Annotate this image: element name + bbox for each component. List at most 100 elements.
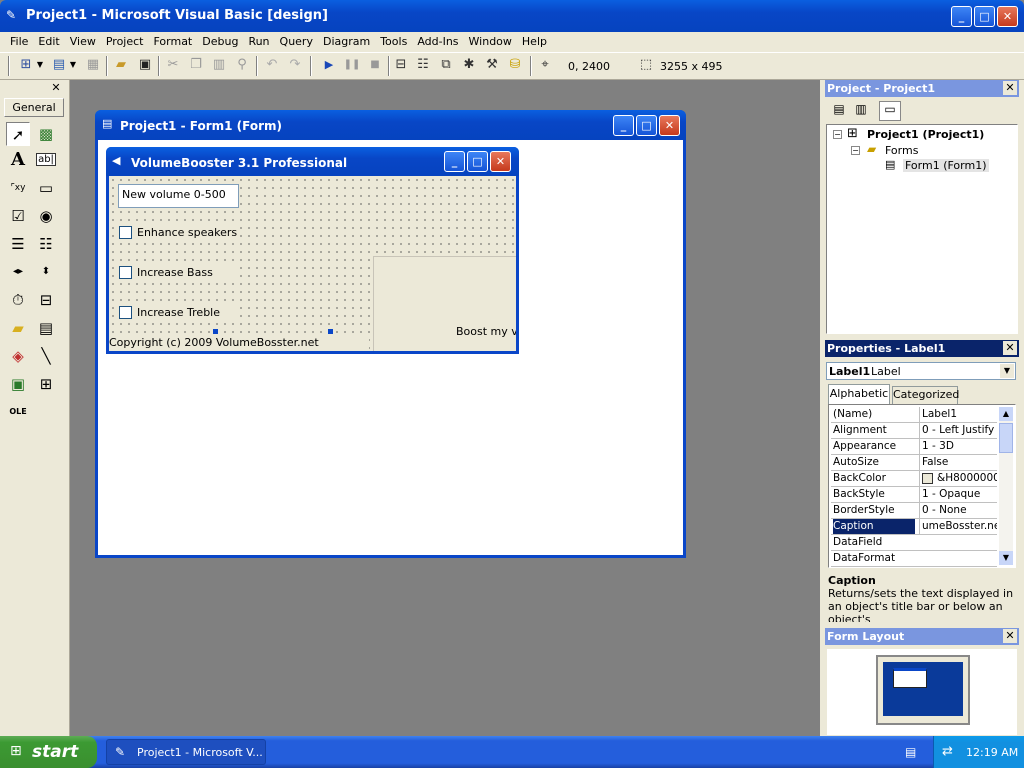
properties-header[interactable]: Properties - Label1 ✕ <box>825 340 1019 357</box>
form1-node[interactable]: Form1 (Form1) <box>903 159 989 172</box>
taskbar-button-vb[interactable]: ✎ Project1 - Microsoft V... <box>106 739 266 765</box>
menu-view[interactable]: View <box>65 33 101 51</box>
form-designer-maximize-button[interactable]: □ <box>636 115 657 136</box>
menu-diagram[interactable]: Diagram <box>318 33 375 51</box>
image-tool-icon[interactable]: ▣ <box>6 372 30 396</box>
toolbox-close-button[interactable]: ✕ <box>49 81 63 95</box>
collapse-icon[interactable]: − <box>833 130 842 139</box>
dirlistbox-tool-icon[interactable]: ▰ <box>6 316 30 340</box>
filelistbox-tool-icon[interactable]: ▤ <box>34 316 58 340</box>
ole-tool-icon[interactable]: OLE <box>6 400 30 424</box>
open-folder-icon[interactable]: ▰ <box>112 56 130 74</box>
menu-format[interactable]: Format <box>148 33 197 51</box>
forms-folder-node[interactable]: Forms <box>885 144 918 157</box>
properties-close-button[interactable]: ✕ <box>1003 341 1017 355</box>
main-title-bar[interactable]: ✎ Project1 - Microsoft Visual Basic [des… <box>0 0 1024 32</box>
scroll-up-button[interactable]: ▲ <box>999 407 1013 421</box>
keyboard-icon[interactable]: ▤ <box>905 745 916 759</box>
project-explorer-icon[interactable]: ⊟ <box>392 56 410 74</box>
scroll-thumb[interactable] <box>999 423 1013 453</box>
menu-help[interactable]: Help <box>517 33 552 51</box>
frame-tool-icon[interactable]: ⌜xy <box>6 176 30 200</box>
paste-icon[interactable]: ▥ <box>210 56 228 74</box>
data-view-icon[interactable]: ⛁ <box>506 56 524 74</box>
chevron-down-icon[interactable]: ▼ <box>1000 364 1014 378</box>
listbox-tool-icon[interactable]: ☷ <box>34 232 58 256</box>
maximize-button[interactable]: □ <box>974 6 995 27</box>
form1-maximize-button[interactable]: □ <box>467 151 488 172</box>
property-value[interactable]: 1 - 3D <box>919 439 997 454</box>
menu-tools[interactable]: Tools <box>375 33 412 51</box>
form-designer-minimize-button[interactable]: _ <box>613 115 634 136</box>
cut-icon[interactable]: ✂ <box>164 56 182 74</box>
end-icon[interactable]: ■ <box>366 56 384 74</box>
property-value[interactable]: Label1 <box>919 407 997 422</box>
undo-icon[interactable]: ↶ <box>263 56 281 74</box>
form1-minimize-button[interactable]: _ <box>444 151 465 172</box>
vscrollbar-tool-icon[interactable]: ⬍ <box>34 260 58 284</box>
project-close-button[interactable]: ✕ <box>1003 81 1017 95</box>
break-icon[interactable]: ❚❚ <box>343 56 361 74</box>
form1-client-area[interactable]: New volume 0-500 Enhance speakers Increa… <box>109 176 516 351</box>
menu-query[interactable]: Query <box>275 33 318 51</box>
increase-bass-checkbox[interactable]: Increase Bass <box>114 262 239 282</box>
dropdown-arrow-icon[interactable]: ▼ <box>69 56 77 74</box>
minimize-button[interactable]: _ <box>951 6 972 27</box>
toggle-folders-icon[interactable]: ▭ <box>879 101 901 121</box>
form-layout-icon[interactable]: ⧉ <box>437 56 455 74</box>
shape-tool-icon[interactable]: ◈ <box>6 344 30 368</box>
data-tool-icon[interactable]: ⊞ <box>34 372 58 396</box>
tab-alphabetic[interactable]: Alphabetic <box>828 384 890 404</box>
drivelistbox-tool-icon[interactable]: ⊟ <box>34 288 58 312</box>
add-form-icon[interactable]: ▤ <box>50 56 68 74</box>
menu-window[interactable]: Window <box>464 33 517 51</box>
enhance-speakers-check-box[interactable] <box>119 226 132 239</box>
menu-editor-icon[interactable]: ▦ <box>84 56 102 74</box>
scroll-down-button[interactable]: ▼ <box>999 551 1013 565</box>
toolbox-icon[interactable]: ⚒ <box>483 56 501 74</box>
property-value[interactable]: 0 - Left Justify <box>919 423 997 438</box>
selection-handle[interactable] <box>328 329 333 334</box>
network-tray-icon[interactable]: ⇄ <box>942 744 953 759</box>
start-button[interactable]: ⊞ start <box>0 736 97 768</box>
copyright-label[interactable]: Copyright (c) 2009 VolumeBosster.net <box>109 336 369 351</box>
collapse-icon[interactable]: − <box>851 146 860 155</box>
property-value[interactable]: umeBosster.net <box>919 519 997 534</box>
boost-label-panel[interactable]: Boost my vo <box>373 256 516 351</box>
label-tool-icon[interactable]: A <box>6 148 30 172</box>
combobox-tool-icon[interactable]: ☰ <box>6 232 30 256</box>
menu-project[interactable]: Project <box>101 33 149 51</box>
selection-handle[interactable] <box>213 329 218 334</box>
view-code-icon[interactable]: ▤ <box>829 102 849 120</box>
close-button[interactable]: ✕ <box>997 6 1018 27</box>
enhance-speakers-checkbox[interactable]: Enhance speakers <box>114 222 239 242</box>
view-object-icon[interactable]: ▥ <box>851 102 871 120</box>
property-row[interactable]: DataField <box>831 535 997 551</box>
clock[interactable]: 12:19 AM <box>966 746 1018 759</box>
copy-icon[interactable]: ❐ <box>187 56 205 74</box>
optionbutton-tool-icon[interactable]: ◉ <box>34 204 58 228</box>
property-row[interactable]: Alignment 0 - Left Justify <box>831 423 997 439</box>
properties-window-icon[interactable]: ☷ <box>414 56 432 74</box>
property-row[interactable]: BackColor&H8000000F <box>831 471 997 487</box>
menu-edit[interactable]: Edit <box>33 33 64 51</box>
increase-treble-checkbox[interactable]: Increase Treble <box>114 302 239 322</box>
menu-debug[interactable]: Debug <box>197 33 243 51</box>
property-row[interactable]: Caption umeBosster.net <box>831 519 997 535</box>
picturebox-tool-icon[interactable]: ▩ <box>34 122 58 146</box>
property-value[interactable]: False <box>919 455 997 470</box>
checkbox-tool-icon[interactable]: ☑ <box>6 204 30 228</box>
property-value[interactable]: &H8000000F <box>919 471 997 486</box>
project-explorer-header[interactable]: Project - Project1 ✕ <box>825 80 1019 97</box>
commandbutton-tool-icon[interactable]: ▭ <box>34 176 58 200</box>
dropdown-arrow-icon[interactable]: ▼ <box>36 56 44 74</box>
form-designer-title-bar[interactable]: ▤ Project1 - Form1 (Form) _ □ ✕ <box>95 110 686 140</box>
pointer-tool-icon[interactable]: ➚ <box>6 122 30 146</box>
property-value[interactable]: 1 - Opaque <box>919 487 997 502</box>
form1-title-bar[interactable]: ◀ VolumeBooster 3.1 Professional _ □ ✕ <box>106 147 519 176</box>
property-row[interactable]: BorderStyle 0 - None <box>831 503 997 519</box>
increase-treble-check-box[interactable] <box>119 306 132 319</box>
object-browser-icon[interactable]: ✱ <box>460 56 478 74</box>
find-icon[interactable]: ⚲ <box>233 56 251 74</box>
add-project-icon[interactable]: ⊞ <box>17 56 35 74</box>
